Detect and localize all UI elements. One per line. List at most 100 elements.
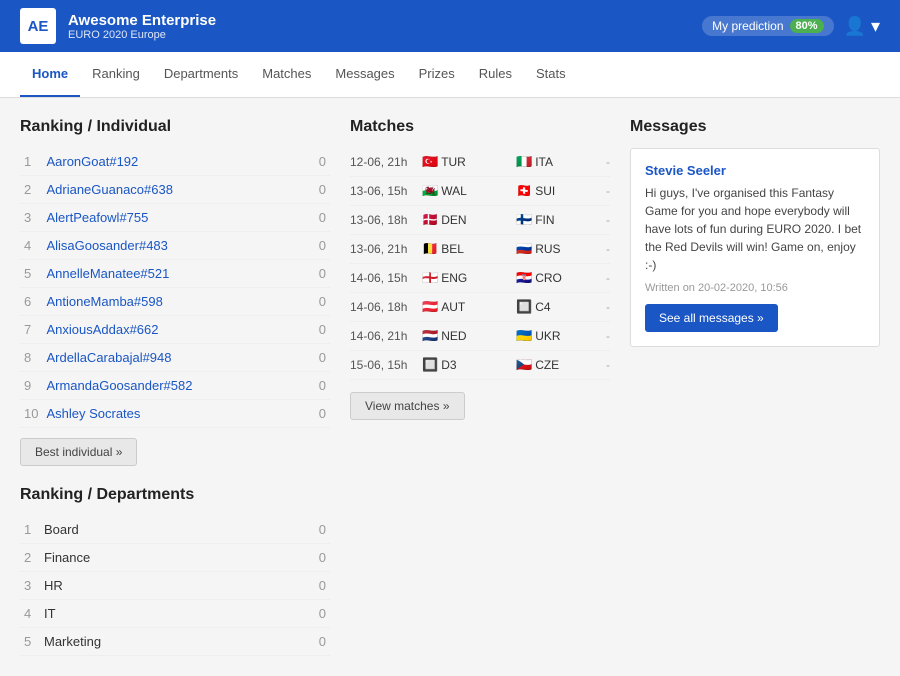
ranking-departments-section: Ranking / Departments 1 Board 0 2 Financ… — [20, 486, 330, 656]
match-score: - — [590, 271, 610, 285]
message-date: Written on 20-02-2020, 10:56 — [645, 282, 865, 294]
player-name[interactable]: AlisaGoosander#483 — [42, 232, 300, 260]
nav-ranking[interactable]: Ranking — [80, 52, 152, 97]
prediction-badge: My prediction 80% — [702, 16, 833, 36]
match-row[interactable]: 13-06, 21h 🇧🇪 BEL 🇷🇺 RUS - — [350, 235, 610, 264]
match-row[interactable]: 14-06, 18h 🇦🇹 AUT 🔲 C4 - — [350, 293, 610, 322]
nav-departments[interactable]: Departments — [152, 52, 250, 97]
message-text: Hi guys, I've organised this Fantasy Gam… — [645, 184, 865, 274]
team2-name: CRO — [535, 271, 562, 285]
header-right: My prediction 80% 👤 ▾ — [702, 16, 880, 37]
team1-flag: 🔲 — [422, 357, 438, 373]
dept-name[interactable]: Board — [40, 516, 300, 544]
match-team1: 🇳🇱 NED — [422, 328, 492, 344]
team1-flag: 🏴󠁧󠁢󠁥󠁮󠁧󠁿 — [422, 270, 438, 286]
dept-name[interactable]: IT — [40, 600, 300, 628]
team2-flag: 🇭🇷 — [516, 270, 532, 286]
main-nav: Home Ranking Departments Matches Message… — [0, 52, 900, 98]
team1-name: NED — [441, 329, 466, 343]
team1-name: DEN — [441, 213, 466, 227]
dept-score: 0 — [300, 516, 330, 544]
match-team1: 🇹🇷 TUR — [422, 154, 492, 170]
middle-column: Matches 12-06, 21h 🇹🇷 TUR 🇮🇹 ITA - 13-06… — [350, 118, 610, 420]
player-score: 0 — [300, 260, 330, 288]
match-row[interactable]: 14-06, 15h 🏴󠁧󠁢󠁥󠁮󠁧󠁿 ENG 🇭🇷 CRO - — [350, 264, 610, 293]
left-column: Ranking / Individual 1 AaronGoat#192 0 2… — [20, 118, 330, 656]
match-team2: 🇨🇭 SUI — [516, 183, 586, 199]
ranking-departments-title: Ranking / Departments — [20, 486, 330, 504]
dept-rank: 5 — [20, 628, 40, 656]
player-name[interactable]: AnnelleManatee#521 — [42, 260, 300, 288]
player-name[interactable]: AnxiousAddax#662 — [42, 316, 300, 344]
nav-rules[interactable]: Rules — [467, 52, 524, 97]
match-team2: 🇷🇺 RUS — [516, 241, 586, 257]
dept-score: 0 — [300, 628, 330, 656]
match-team2: 🔲 C4 — [516, 299, 586, 315]
nav-stats[interactable]: Stats — [524, 52, 578, 97]
player-name[interactable]: ArmandaGoosander#582 — [42, 372, 300, 400]
user-menu-button[interactable]: 👤 ▾ — [844, 16, 880, 37]
team2-flag: 🇷🇺 — [516, 241, 532, 257]
team1-flag: 🇦🇹 — [422, 299, 438, 315]
match-row[interactable]: 14-06, 21h 🇳🇱 NED 🇺🇦 UKR - — [350, 322, 610, 351]
team2-name: ITA — [535, 155, 553, 169]
rank-number: 5 — [20, 260, 42, 288]
match-score: - — [590, 329, 610, 343]
match-score: - — [590, 184, 610, 198]
see-all-messages-button[interactable]: See all messages » — [645, 304, 778, 332]
match-team1: 🇦🇹 AUT — [422, 299, 492, 315]
ranking-individual-table: 1 AaronGoat#192 0 2 AdrianeGuanaco#638 0… — [20, 148, 330, 428]
match-date: 15-06, 15h — [350, 358, 418, 372]
match-row[interactable]: 15-06, 15h 🔲 D3 🇨🇿 CZE - — [350, 351, 610, 380]
player-name[interactable]: AntioneMamba#598 — [42, 288, 300, 316]
match-date: 13-06, 15h — [350, 184, 418, 198]
player-name[interactable]: AlertPeafowl#755 — [42, 204, 300, 232]
dept-name[interactable]: HR — [40, 572, 300, 600]
match-score: - — [590, 155, 610, 169]
nav-home[interactable]: Home — [20, 52, 80, 97]
nav-messages[interactable]: Messages — [323, 52, 406, 97]
player-name[interactable]: ArdellaCarabajal#948 — [42, 344, 300, 372]
match-row[interactable]: 13-06, 15h 🏴󠁧󠁢󠁷󠁬󠁳󠁿 WAL 🇨🇭 SUI - — [350, 177, 610, 206]
team2-name: FIN — [535, 213, 554, 227]
nav-prizes[interactable]: Prizes — [407, 52, 467, 97]
right-column: Messages Stevie Seeler Hi guys, I've org… — [630, 118, 880, 347]
match-row[interactable]: 12-06, 21h 🇹🇷 TUR 🇮🇹 ITA - — [350, 148, 610, 177]
match-date: 14-06, 18h — [350, 300, 418, 314]
player-score: 0 — [300, 148, 330, 176]
player-score: 0 — [300, 204, 330, 232]
ranking-departments-row: 3 HR 0 — [20, 572, 330, 600]
player-score: 0 — [300, 232, 330, 260]
player-name[interactable]: AaronGoat#192 — [42, 148, 300, 176]
ranking-individual-row: 5 AnnelleManatee#521 0 — [20, 260, 330, 288]
match-row[interactable]: 13-06, 18h 🇩🇰 DEN 🇫🇮 FIN - — [350, 206, 610, 235]
team2-name: RUS — [535, 242, 560, 256]
player-name[interactable]: Ashley Socrates — [42, 400, 300, 428]
match-team2: 🇺🇦 UKR — [516, 328, 586, 344]
team2-flag: 🇫🇮 — [516, 212, 532, 228]
ranking-individual-title: Ranking / Individual — [20, 118, 330, 136]
nav-matches[interactable]: Matches — [250, 52, 323, 97]
dept-name[interactable]: Finance — [40, 544, 300, 572]
rank-number: 10 — [20, 400, 42, 428]
match-score: - — [590, 213, 610, 227]
match-team2: 🇫🇮 FIN — [516, 212, 586, 228]
team1-flag: 🇧🇪 — [422, 241, 438, 257]
team1-name: BEL — [441, 242, 464, 256]
match-team1: 🏴󠁧󠁢󠁷󠁬󠁳󠁿 WAL — [422, 183, 492, 199]
match-score: - — [590, 242, 610, 256]
match-date: 13-06, 21h — [350, 242, 418, 256]
dept-name[interactable]: Marketing — [40, 628, 300, 656]
ranking-departments-row: 1 Board 0 — [20, 516, 330, 544]
player-score: 0 — [300, 372, 330, 400]
app-title: Awesome Enterprise EURO 2020 Europe — [68, 12, 216, 41]
dept-score: 0 — [300, 544, 330, 572]
main-content: Ranking / Individual 1 AaronGoat#192 0 2… — [0, 98, 900, 676]
player-name[interactable]: AdrianeGuanaco#638 — [42, 176, 300, 204]
team2-flag: 🇺🇦 — [516, 328, 532, 344]
best-individual-button[interactable]: Best individual » — [20, 438, 137, 466]
match-team1: 🇧🇪 BEL — [422, 241, 492, 257]
team2-flag: 🇨🇭 — [516, 183, 532, 199]
view-matches-button[interactable]: View matches » — [350, 392, 465, 420]
rank-number: 7 — [20, 316, 42, 344]
